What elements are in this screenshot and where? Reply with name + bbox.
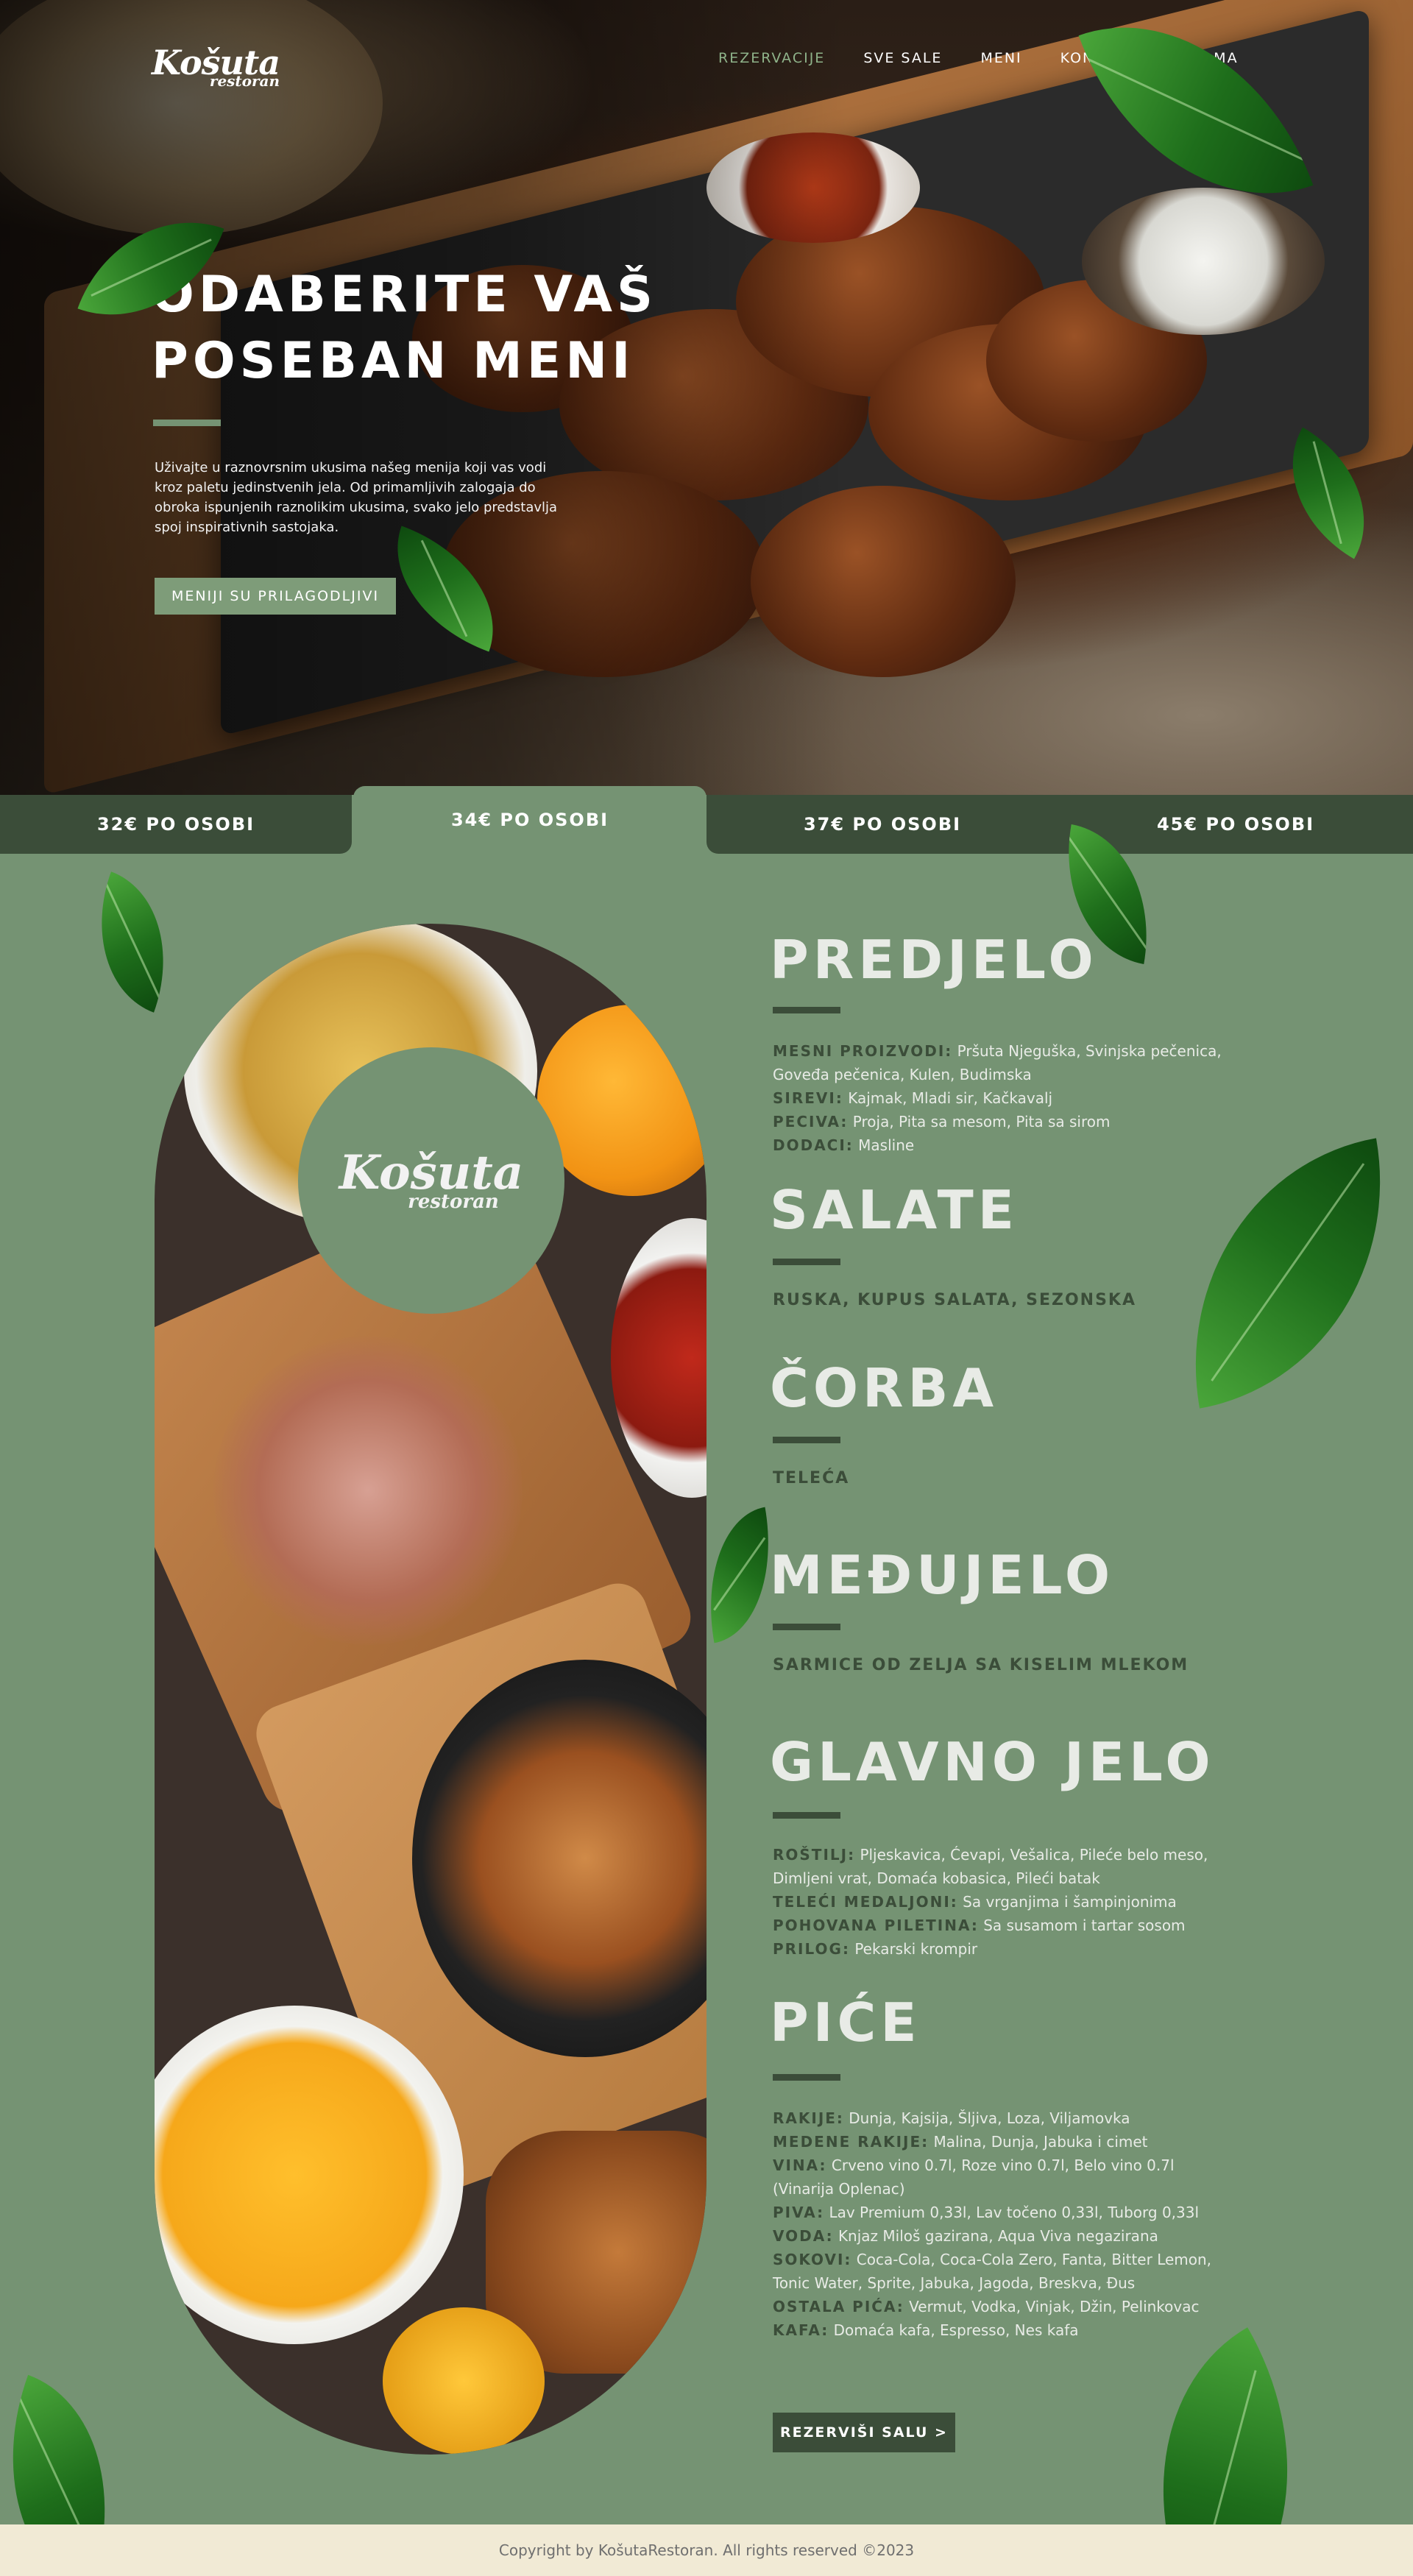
nav-link-rezervacije[interactable]: REZERVACIJE <box>718 50 825 66</box>
nav-link-meni[interactable]: MENI <box>980 50 1021 66</box>
price-tabs: 32€ PO OSOBI 34€ PO OSOBI 37€ PO OSOBI 4… <box>0 786 1413 854</box>
hero-divider <box>153 420 221 426</box>
section-body-pice: RAKIJE: Dunja, Kajsija, Šljiva, Loza, Vi… <box>773 2109 1212 2339</box>
leaf-icon <box>1158 1138 1413 1409</box>
section-title-pice: PIĆE <box>770 1992 921 2053</box>
section-divider <box>773 1007 840 1013</box>
reserve-hall-button[interactable]: REZERVIŠI SALU > <box>773 2413 955 2452</box>
hero-description: Uživajte u raznovrsnim ukusima našeg men… <box>155 460 558 535</box>
sausage-image <box>213 1336 523 1645</box>
footer: Copyright by KošutaRestoran. All rights … <box>0 2524 1413 2576</box>
tab-32-eur[interactable]: 32€ PO OSOBI <box>0 795 352 854</box>
hero-title-line-2: POSEBAN MENI <box>152 332 635 390</box>
tab-37-eur[interactable]: 37€ PO OSOBI <box>706 795 1058 854</box>
lemon-image <box>383 2307 545 2455</box>
section-body-medjujelo: SARMICE OD ZELJA SA KISELIM MLEKOM <box>773 1656 1189 1674</box>
copyright-text: Copyright by KošutaRestoran. All rights … <box>498 2541 915 2559</box>
section-title-glavno-jelo: GLAVNO JELO <box>770 1731 1215 1793</box>
section-body-predjelo: MESNI PROIZVODI: Pršuta Njeguška, Svinjs… <box>773 1042 1222 1154</box>
badge-logo: Košuta restoran <box>339 1145 524 1213</box>
section-divider <box>773 1624 840 1630</box>
tab-34-eur[interactable]: 34€ PO OSOBI <box>353 786 706 854</box>
section-title-corba: ČORBA <box>770 1357 999 1419</box>
section-title-salate: SALATE <box>770 1179 1019 1241</box>
section-body-corba: TELEĆA <box>773 1469 850 1487</box>
food-collage-image: Košuta restoran <box>155 924 706 2455</box>
section-title-medjujelo: MEĐUJELO <box>770 1544 1115 1606</box>
leaf-icon <box>71 871 194 1013</box>
section-divider <box>773 1812 840 1819</box>
hero-title-line-1: ODABERITE VAŠ <box>152 266 657 324</box>
menus-customizable-button[interactable]: MENIJI SU PRILAGODLJIVI <box>155 578 396 615</box>
section-title-predjelo: PREDJELO <box>770 929 1098 991</box>
section-divider <box>773 1437 840 1443</box>
section-divider <box>773 1259 840 1265</box>
logo-badge: Košuta restoran <box>298 1047 564 1314</box>
hero-title: ODABERITE VAŠ POSEBAN MENI <box>152 262 740 394</box>
section-body-glavno-jelo: ROŠTILJ: Pljeskavica, Ćevapi, Vešalica, … <box>773 1846 1208 1958</box>
nav-link-sve-sale[interactable]: SVE SALE <box>863 50 942 66</box>
section-body-salate: RUSKA, KUPUS SALATA, SEZONSKA <box>773 1291 1136 1309</box>
sauce-image <box>611 1218 706 1498</box>
brand-logo[interactable]: Košuta restoran <box>152 46 280 88</box>
section-divider <box>773 2074 840 2081</box>
